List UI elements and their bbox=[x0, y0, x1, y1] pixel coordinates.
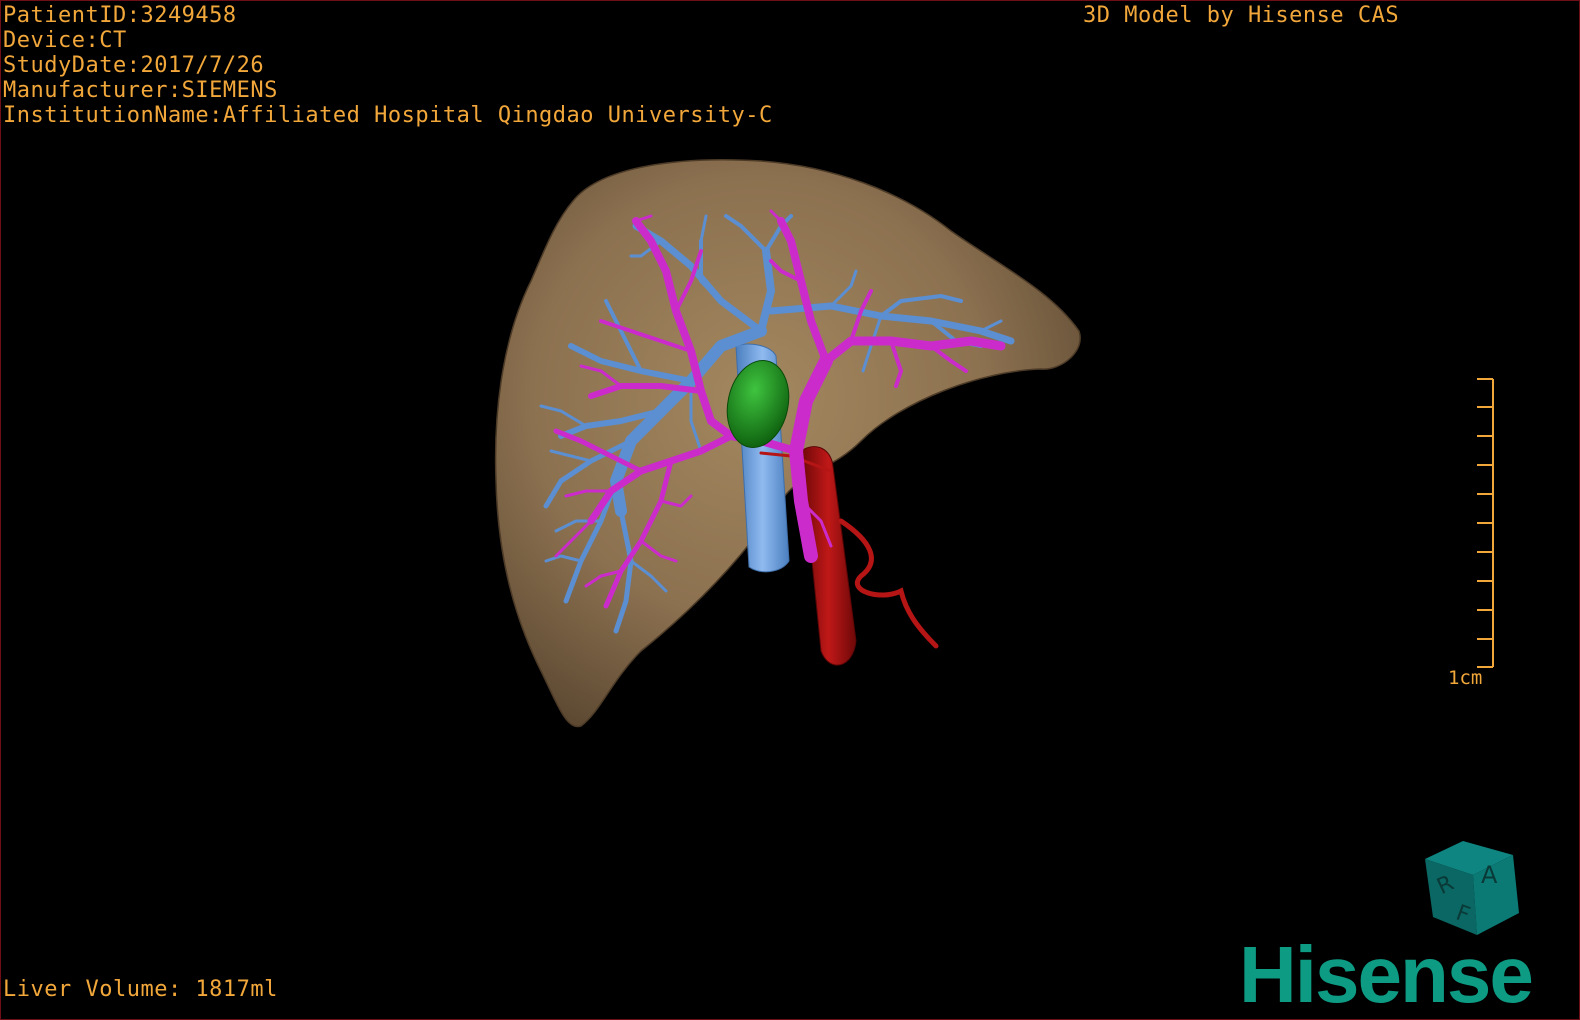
scale-bar-label: 1cm bbox=[1448, 667, 1483, 689]
3d-viewport[interactable]: A R F PatientID:3249458 Device:CT StudyD… bbox=[0, 0, 1580, 1020]
manufacturer-label: Manufacturer:SIEMENS bbox=[3, 78, 278, 103]
institution-label: InstitutionName:Affiliated Hospital Qing… bbox=[3, 103, 773, 128]
device-label: Device:CT bbox=[3, 28, 127, 53]
model-credit-label: 3D Model by Hisense CAS bbox=[1083, 3, 1400, 28]
liver-3d-model[interactable]: A R F bbox=[1, 1, 1579, 1019]
dicom-info-overlay: PatientID:3249458 Device:CT StudyDate:20… bbox=[3, 3, 773, 128]
hisense-logo: Hisense bbox=[1239, 930, 1534, 1019]
study-date-label: StudyDate:2017/7/26 bbox=[3, 53, 265, 78]
scale-bar bbox=[1477, 378, 1494, 668]
liver-volume-label: Liver Volume: 1817ml bbox=[3, 977, 278, 1002]
orientation-cube[interactable]: A R F bbox=[1425, 841, 1519, 935]
splenic-artery[interactable] bbox=[838, 518, 939, 649]
patient-id-label: PatientID:3249458 bbox=[3, 3, 237, 28]
cube-label-a: A bbox=[1481, 861, 1498, 889]
